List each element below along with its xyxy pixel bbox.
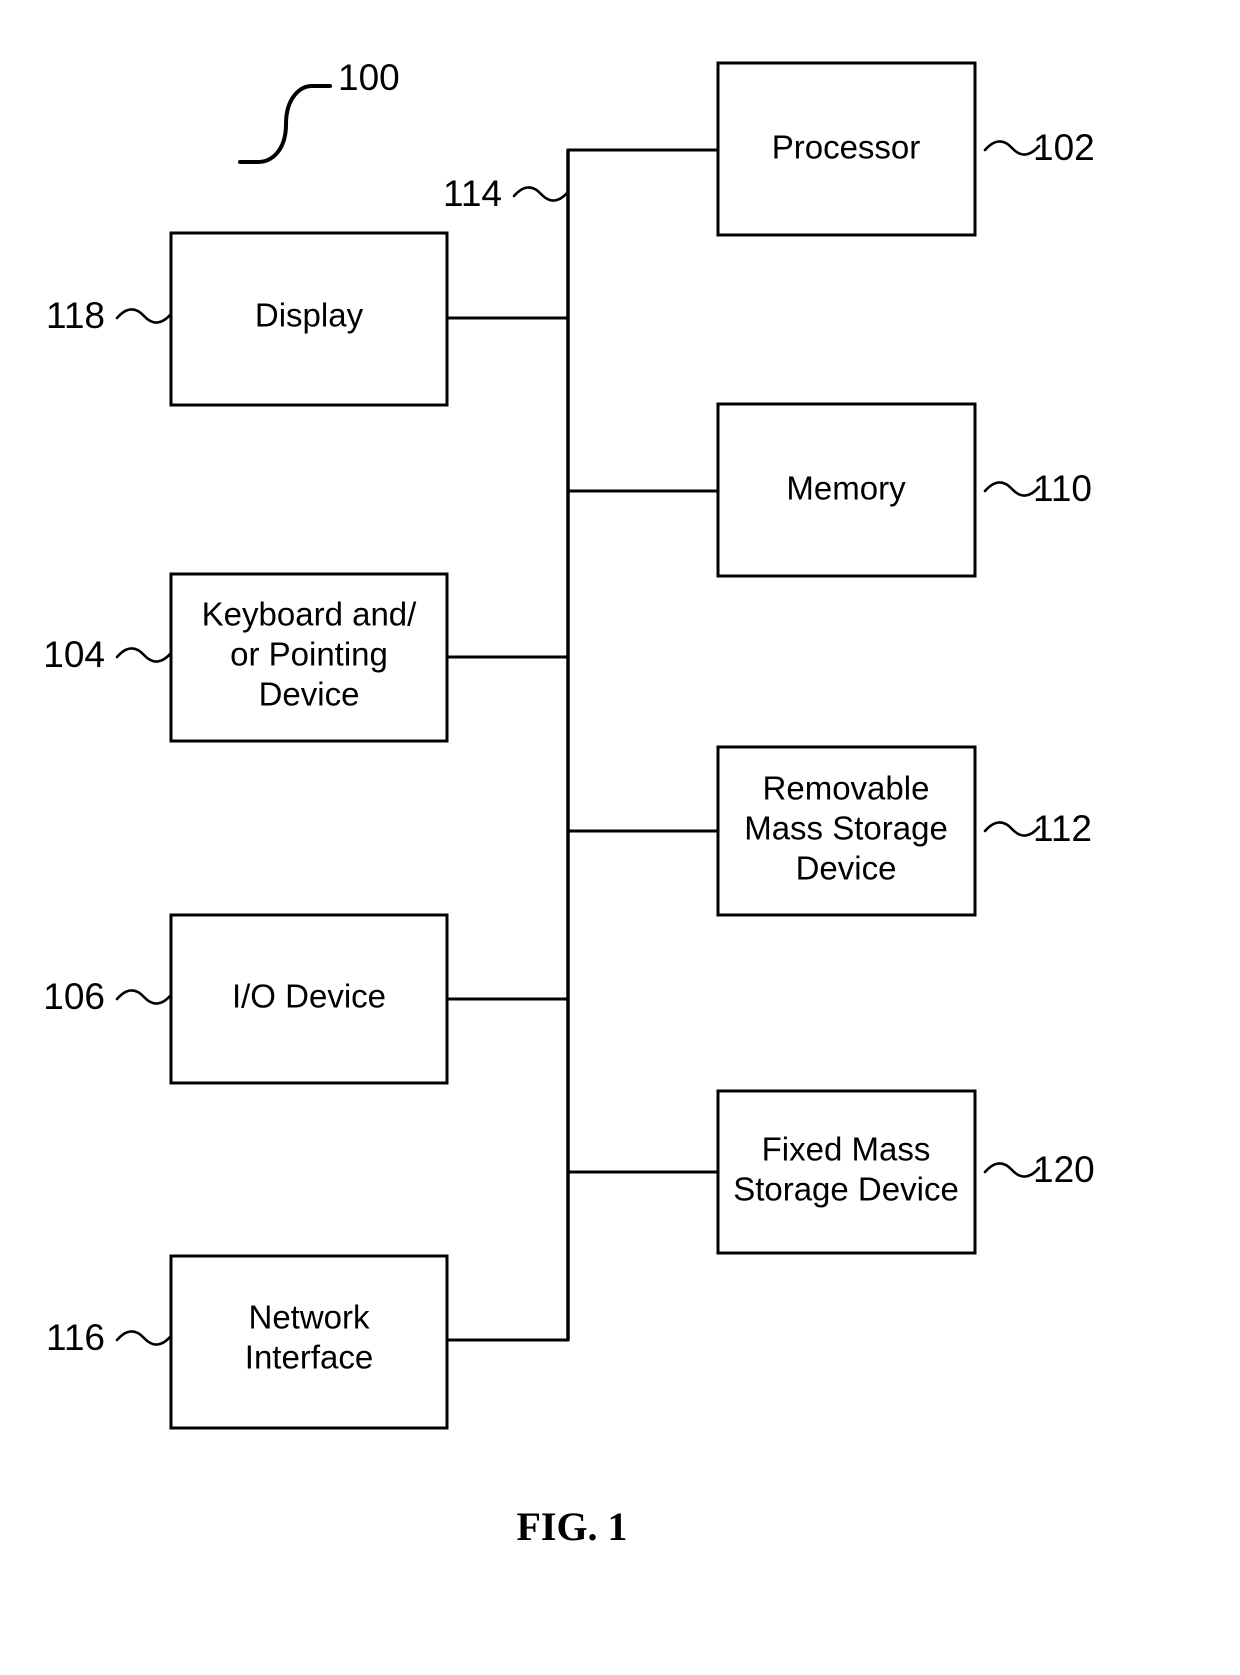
block-display[interactable]: Display 118 [46, 231, 449, 407]
removable-storage-ref-number: 112 [1033, 808, 1092, 849]
system-reference-callout: 100 [238, 57, 400, 164]
system-ref-lead-upper [284, 84, 332, 126]
processor-ref-squiggle [983, 140, 1041, 156]
memory-ref-squiggle [983, 481, 1041, 497]
system-ref-number: 100 [338, 57, 400, 98]
display-ref-squiggle [115, 308, 173, 324]
bus-to-right-blocks-wires [566, 148, 720, 1174]
bus-ref-number: 114 [443, 173, 502, 214]
fixed-storage-label-line1: Fixed Mass [762, 1131, 931, 1168]
keyboard-ref-squiggle [115, 647, 173, 663]
figure-caption: FIG. 1 [516, 1504, 627, 1549]
removable-storage-ref-squiggle [983, 821, 1041, 837]
network-interface-ref-number: 116 [46, 1317, 105, 1358]
fixed-storage-ref-number: 120 [1033, 1149, 1095, 1190]
keyboard-label-line3: Device [259, 676, 360, 713]
block-fixed-mass-storage-device[interactable]: Fixed Mass Storage Device 120 [716, 1089, 1095, 1255]
display-label: Display [255, 297, 364, 334]
removable-storage-label-line2: Mass Storage [744, 810, 948, 847]
block-removable-mass-storage-device[interactable]: Removable Mass Storage Device 112 [716, 745, 1092, 917]
removable-storage-label-line1: Removable [763, 770, 930, 807]
block-network-interface[interactable]: Network Interface 116 [46, 1254, 449, 1430]
network-interface-label-line1: Network [248, 1299, 370, 1336]
patent-figure-1: Processor 102 Memory 110 Removable Mass … [0, 0, 1240, 1675]
memory-label: Memory [786, 470, 906, 507]
left-blocks-to-bus-wires [445, 316, 570, 1342]
processor-ref-number: 102 [1033, 127, 1095, 168]
bus-reference-callout: 114 [443, 173, 570, 214]
block-memory[interactable]: Memory 110 [716, 402, 1092, 578]
io-device-ref-number: 106 [43, 976, 105, 1017]
io-device-ref-squiggle [115, 989, 173, 1005]
removable-storage-label-line3: Device [796, 850, 897, 887]
block-diagram-canvas: Processor 102 Memory 110 Removable Mass … [43, 57, 1095, 1549]
keyboard-label-line1: Keyboard and/ [202, 596, 417, 633]
block-io-device[interactable]: I/O Device 106 [43, 913, 449, 1085]
display-ref-number: 118 [46, 295, 105, 336]
fixed-storage-ref-squiggle [983, 1162, 1041, 1178]
block-processor[interactable]: Processor 102 [716, 61, 1095, 237]
processor-label: Processor [772, 129, 921, 166]
io-device-label: I/O Device [232, 978, 386, 1015]
system-ref-lead-lower [238, 122, 288, 164]
keyboard-ref-number: 104 [43, 634, 105, 675]
keyboard-label-line2: or Pointing [230, 636, 388, 673]
memory-ref-number: 110 [1033, 468, 1092, 509]
block-keyboard-pointing-device[interactable]: Keyboard and/ or Pointing Device 104 [43, 572, 449, 743]
bus-ref-squiggle [512, 186, 570, 202]
fixed-storage-label-line2: Storage Device [733, 1171, 959, 1208]
network-interface-ref-squiggle [115, 1330, 173, 1346]
network-interface-label-line2: Interface [245, 1339, 373, 1376]
